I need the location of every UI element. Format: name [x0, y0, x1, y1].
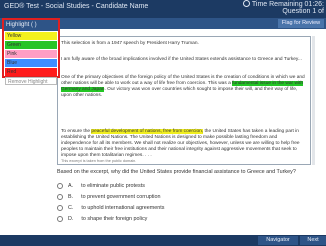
passage-paragraph-1: I am fully aware of the broad implicatio…: [61, 57, 302, 62]
radio-button[interactable]: [57, 194, 63, 200]
radio-button[interactable]: [57, 183, 63, 189]
option-letter: B.: [68, 194, 74, 200]
highlight-green-option[interactable]: Green: [5, 41, 57, 49]
option-text: to uphold international agreements: [81, 205, 165, 211]
answer-option-d[interactable]: D. to shape their foreign policy: [57, 216, 147, 222]
navigator-button[interactable]: Navigator: [258, 236, 298, 245]
clock-icon: [242, 0, 250, 7]
highlight-menu: Highlight ( ) Yellow Green Pink Blue Red…: [2, 18, 60, 85]
option-text: to eliminate public protests: [81, 183, 145, 189]
header-bar: GED® Test - Social Studies - Candidate N…: [0, 0, 326, 18]
answer-option-c[interactable]: C. to uphold international agreements: [57, 205, 164, 211]
option-text: to prevent government corruption: [81, 194, 161, 200]
question-counter: Question 1 of: [282, 8, 324, 15]
option-letter: A.: [68, 183, 74, 189]
option-letter: C.: [68, 205, 74, 211]
radio-button[interactable]: [57, 205, 63, 211]
highlight-yellow-option[interactable]: Yellow: [5, 32, 57, 40]
passage-paragraph-3: To ensure the peaceful development of na…: [61, 129, 307, 159]
question-prompt: Based on the excerpt, why did the United…: [57, 169, 296, 175]
option-text: to shape their foreign policy: [81, 216, 148, 222]
highlighted-text-yellow[interactable]: peaceful development of nations, free fr…: [91, 129, 204, 134]
time-remaining-text: Time Remaining 01:26:: [251, 1, 324, 8]
passage-text: To ensure the: [61, 129, 92, 134]
passage-paragraph-2: One of the primary objectives of the for…: [61, 75, 307, 99]
answer-option-b[interactable]: B. to prevent government corruption: [57, 194, 161, 200]
footer-bar: Navigator Next: [0, 235, 326, 246]
option-letter: D.: [68, 216, 74, 222]
highlight-red-option[interactable]: Red: [5, 68, 57, 76]
highlight-pink-option[interactable]: Pink: [5, 50, 57, 58]
passage-intro: This selection is from a 1947 speech by …: [61, 41, 199, 46]
highlight-blue-option[interactable]: Blue: [5, 59, 57, 67]
app-title: GED® Test - Social Studies - Candidate N…: [4, 3, 149, 10]
next-button[interactable]: Next: [300, 236, 326, 245]
highlight-menu-header[interactable]: Highlight ( ): [4, 20, 58, 31]
remove-highlight-option[interactable]: Remove Highlight: [5, 77, 57, 85]
answer-option-a[interactable]: A. to eliminate public protests: [57, 183, 145, 189]
source-note: This excerpt is taken from the public do…: [61, 159, 137, 163]
radio-button[interactable]: [57, 216, 63, 222]
time-remaining: Time Remaining 01:26:: [242, 0, 324, 8]
passage-scrollbar[interactable]: [312, 36, 315, 165]
passage-panel: This selection is from a 1947 speech by …: [57, 36, 311, 165]
flag-for-review-button[interactable]: Flag for Review: [278, 19, 324, 28]
